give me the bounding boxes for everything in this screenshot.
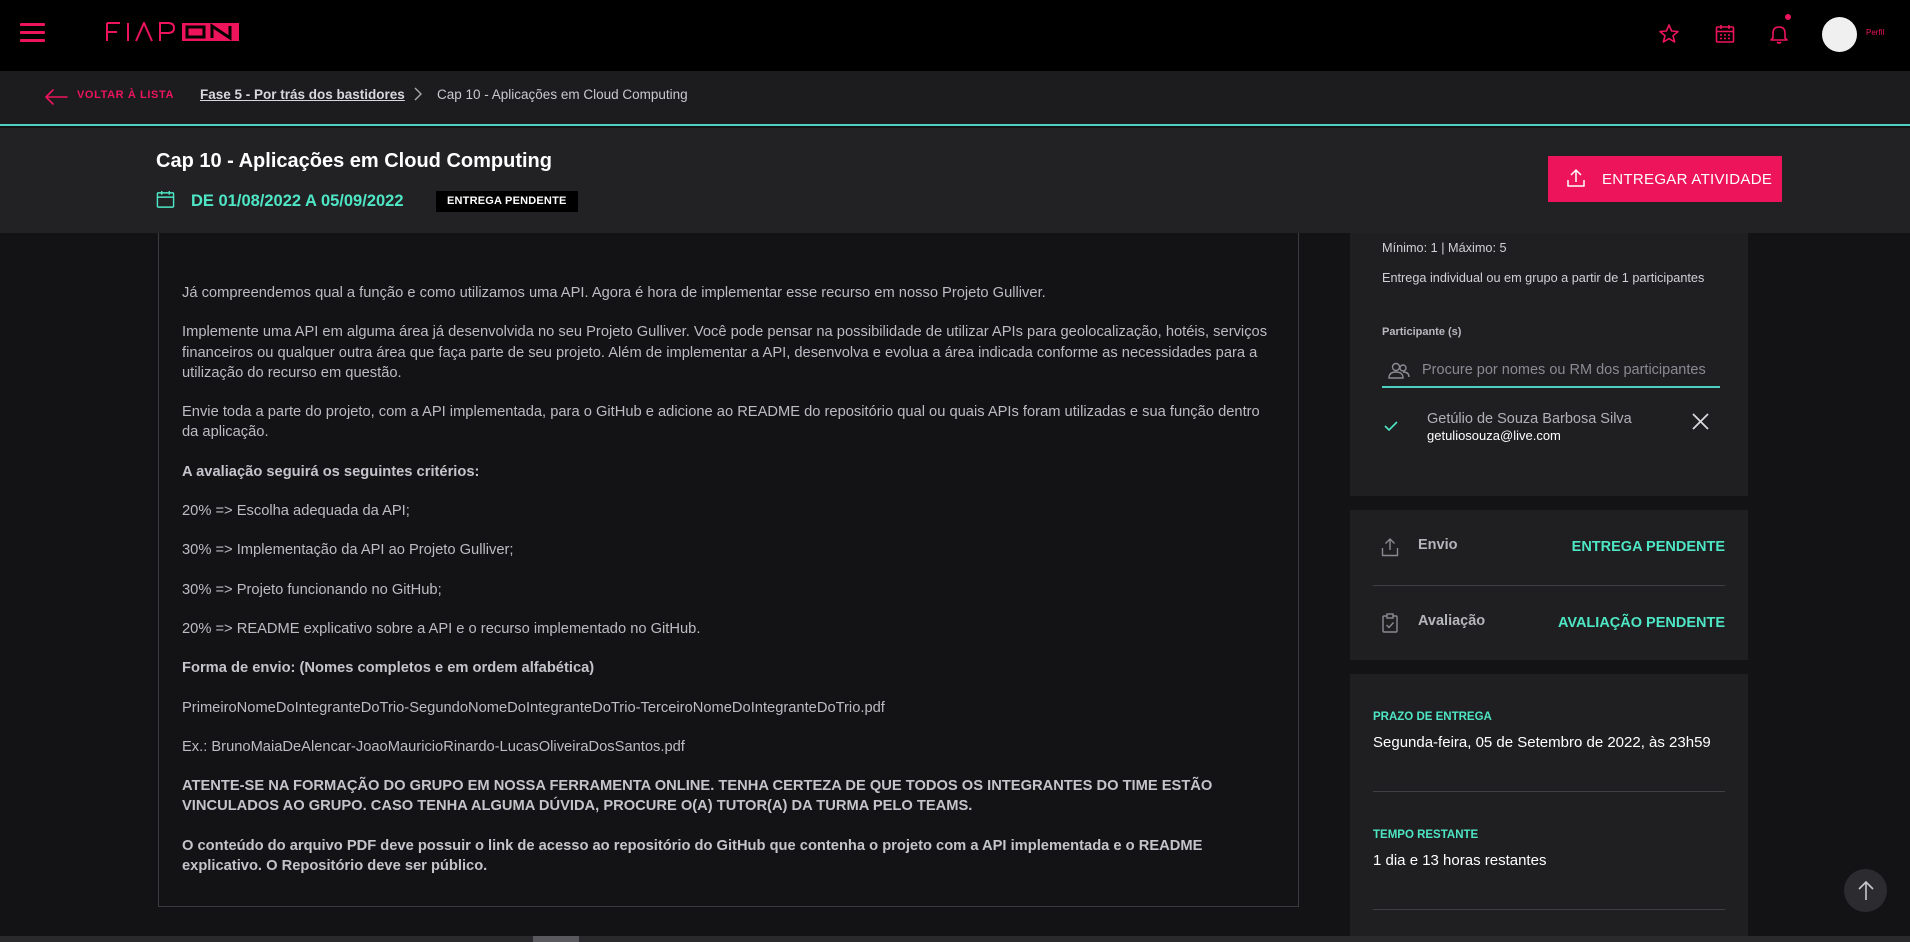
criteria-item: 30% => Projeto funcionando no GitHub; [182,581,442,598]
divider [1373,909,1725,910]
envio-status: ENTREGA PENDENTE [1571,539,1725,555]
breadcrumb-phase-link[interactable]: Fase 5 - Por trás dos bastidores [200,87,405,102]
page-title: Cap 10 - Aplicações em Cloud Computing [156,150,552,172]
upload-icon [1381,538,1399,557]
criteria-item: 30% => Implementação da API ao Projeto G… [182,542,514,559]
paragraph: Envie toda a parte do projeto, com a API… [182,404,1260,441]
participant-email: getuliosouza@live.com [1427,428,1561,443]
bell-icon [1770,26,1788,44]
envio-label: Envio [1418,537,1458,553]
breadcrumb-current: Cap 10 - Aplicações em Cloud Computing [437,87,688,102]
group-description: Entrega individual ou em grupo a partir … [1382,271,1705,285]
criteria-item: 20% => README explicativo sobre a API e … [182,620,701,637]
status-badge: ENTREGA PENDENTE [436,191,578,212]
criteria-heading: A avaliação seguirá os seguintes critéri… [182,463,480,480]
deadline-value: Segunda-feira, 05 de Setembro de 2022, à… [1373,734,1711,751]
activity-description: Já compreendemos qual a função e como ut… [182,283,1272,895]
divider [1373,791,1725,792]
participant-search-input[interactable] [1422,358,1712,382]
avaliacao-label: Avaliação [1418,613,1486,629]
filename-pattern: PrimeiroNomeDoIntegranteDoTrio-SegundoNo… [182,699,885,716]
back-arrow-icon[interactable] [44,88,68,106]
activity-header: Cap 10 - Aplicações em Cloud Computing D… [0,128,1910,233]
notification-dot [1785,14,1791,20]
group-min-max: Mínimo: 1 | Máximo: 5 [1382,241,1507,255]
participant-search-field [1382,355,1720,388]
chevron-right-icon [414,87,422,101]
paragraph: Implemente uma API em alguma área já des… [182,324,1268,381]
avaliacao-status: AVALIAÇÃO PENDENTE [1557,615,1725,631]
close-icon[interactable] [1691,412,1710,431]
submit-activity-button[interactable]: ENTREGAR ATIVIDADE [1548,156,1782,202]
date-range: DE 01/08/2022 A 05/09/2022 [191,192,404,210]
calendar-icon [156,190,175,208]
check-icon [1384,421,1398,432]
remaining-time-label: TEMPO RESTANTE [1373,829,1479,841]
remaining-time-value: 1 dia e 13 horas restantes [1373,852,1547,869]
star-icon[interactable] [1657,22,1681,46]
filename-example: Ex.: BrunoMaiaDeAlencar-JoaoMauricioRina… [182,738,685,755]
avatar[interactable] [1822,17,1857,52]
deadline-label: PRAZO DE ENTREGA [1373,711,1492,723]
profile-label[interactable]: Perfil [1866,28,1884,37]
clipboard-icon [1382,613,1398,633]
scrollbar-thumb[interactable] [533,936,579,942]
horizontal-scrollbar[interactable] [0,936,1910,942]
calendar-icon[interactable] [1713,22,1737,46]
group-warning: ATENTE-SE NA FORMAÇÃO DO GRUPO EM NOSSA … [182,778,1213,815]
paragraph: Já compreendemos qual a função e como ut… [182,285,1046,301]
pdf-note: O conteúdo do arquivo PDF deve possuir o… [182,837,1203,875]
group-icon [1388,362,1410,379]
participants-label: Participante (s) [1382,326,1462,338]
arrow-up-icon [1858,880,1874,900]
top-bar: Perfil [0,0,1910,71]
back-to-list-link[interactable]: VOLTAR À LISTA [77,89,174,101]
breadcrumb-bar: VOLTAR À LISTA Fase 5 - Por trás dos bas… [0,71,1910,126]
submit-activity-label: ENTREGAR ATIVIDADE [1602,171,1773,188]
participant-name: Getúlio de Souza Barbosa Silva [1427,411,1632,427]
upload-icon [1567,169,1585,187]
hamburger-menu-icon[interactable] [20,23,45,43]
criteria-item: 20% => Escolha adequada da API; [182,503,410,520]
divider [1373,585,1725,586]
fiap-on-logo[interactable] [106,22,240,42]
submission-heading: Forma de envio: (Nomes completos e em or… [182,660,595,677]
scroll-to-top-button[interactable] [1844,869,1887,912]
notification-bell[interactable] [1767,14,1791,46]
